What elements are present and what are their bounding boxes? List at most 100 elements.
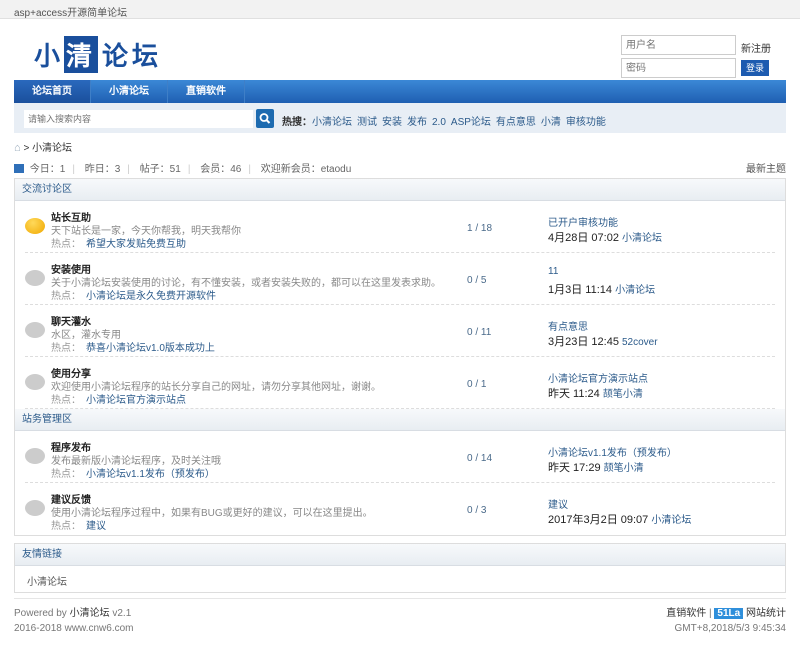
- logo-text-highlight: 清: [64, 35, 99, 73]
- search-input[interactable]: [24, 110, 253, 128]
- hot-label: 热点：: [51, 521, 81, 532]
- nav-home[interactable]: 论坛首页: [14, 80, 91, 103]
- search-icon: [259, 113, 271, 124]
- last-post-user[interactable]: 小清论坛: [615, 285, 655, 296]
- hot-topic-link[interactable]: 恭喜小清论坛v1.0版本成功上: [86, 343, 215, 354]
- version: v2.1: [112, 608, 132, 619]
- hot-link[interactable]: 测试: [357, 117, 377, 128]
- hot-link[interactable]: 2.0: [432, 117, 446, 128]
- hot-searches: 热搜：小清论坛 测试 安装 发布 2.0 ASP论坛 有点意思 小清 审核功能: [282, 113, 611, 128]
- hot-topic-link[interactable]: 小清论坛是永久免费开源软件: [86, 291, 216, 302]
- forum-row: 聊天灌水 水区，灌水专用 热点： 恭喜小清论坛v1.0版本成功上 0 / 11 有…: [25, 305, 775, 357]
- last-post-title[interactable]: 已开户审核功能: [548, 214, 618, 229]
- breadcrumb-sep: >: [23, 143, 30, 154]
- nav-software[interactable]: 直销软件: [168, 80, 245, 103]
- no-new-posts-icon: [25, 448, 45, 464]
- product-link[interactable]: 小清论坛: [70, 608, 110, 619]
- password-input[interactable]: [621, 58, 736, 78]
- last-post-time: 昨天 11:24: [548, 388, 600, 400]
- latest-topics-link[interactable]: 最新主题: [746, 160, 786, 175]
- hot-topic-link[interactable]: 小清论坛v1.1发布（预发布）: [86, 469, 215, 480]
- last-post-user[interactable]: 颉笔小清: [604, 463, 644, 474]
- powered-by: Powered by: [14, 608, 67, 619]
- last-post-title[interactable]: 有点意思: [548, 318, 588, 333]
- nav-forum[interactable]: 小清论坛: [91, 80, 168, 103]
- last-post-time: 1月3日 11:14: [548, 284, 613, 296]
- topic-post-count: 0 / 5: [467, 275, 487, 286]
- topic-post-count: 0 / 3: [467, 505, 487, 516]
- forum-row: 使用分享 欢迎使用小清论坛程序的站长分享自己的网址，请勿分享其他网址，谢谢。 热…: [25, 357, 775, 409]
- hot-topic-link[interactable]: 小清论坛官方演示站点: [86, 395, 186, 406]
- logo-text: 小: [34, 40, 65, 71]
- stats-label[interactable]: 网站统计: [746, 608, 786, 619]
- home-icon[interactable]: ⌂: [14, 142, 21, 154]
- friend-links: 友情链接 小清论坛: [14, 543, 786, 593]
- no-new-posts-icon: [25, 270, 45, 286]
- hot-link[interactable]: 安装: [382, 117, 402, 128]
- topic-post-count: 0 / 1: [467, 379, 487, 390]
- hot-label: 热点：: [51, 291, 81, 302]
- hot-link[interactable]: ASP论坛: [451, 117, 491, 128]
- software-link[interactable]: 直销软件: [666, 608, 706, 619]
- breadcrumb-current[interactable]: 小清论坛: [32, 143, 72, 154]
- section-header: 站务管理区: [15, 409, 785, 431]
- topic-post-count: 0 / 11: [467, 327, 492, 338]
- forum-hot: 热点： 小清论坛v1.1发布（预发布）: [51, 465, 215, 480]
- last-post-info: 3月23日 12:45 52cover: [548, 333, 658, 349]
- section-header: 交流讨论区: [15, 179, 785, 201]
- no-new-posts-icon: [25, 374, 45, 390]
- forum-hot: 热点： 建议: [51, 517, 106, 532]
- last-post-title[interactable]: 小清论坛官方演示站点: [548, 370, 648, 385]
- hot-topic-link[interactable]: 建议: [86, 521, 106, 532]
- last-post-time: 3月23日 12:45: [548, 336, 619, 348]
- search-button[interactable]: [256, 109, 274, 128]
- last-post-time: 4月28日 07:02: [548, 232, 619, 244]
- hot-label: 热点：: [51, 343, 81, 354]
- forum-stats: 今日：1 | 昨日：3 | 帖子：51 | 会员：46 | 欢迎新会员：etaodu 最…: [14, 160, 786, 175]
- forum-hot: 热点： 希望大家发贴免费互助: [51, 235, 186, 250]
- forum-hot: 热点： 恭喜小清论坛v1.0版本成功上: [51, 339, 215, 354]
- logo[interactable]: 小清论坛: [34, 35, 162, 73]
- hot-topic-link[interactable]: 希望大家发贴免费互助: [86, 239, 186, 250]
- server-time: GMT+8,2018/5/3 9:45:34: [674, 623, 786, 634]
- stats-badge[interactable]: 51La: [714, 608, 744, 619]
- hot-link[interactable]: 小清: [541, 117, 561, 128]
- main-nav: 论坛首页 小清论坛 直销软件: [14, 80, 786, 103]
- stat-newest-member[interactable]: 欢迎新会员：etaodu: [261, 164, 352, 175]
- forum-hot: 热点： 小清论坛是永久免费开源软件: [51, 287, 216, 302]
- last-post-user[interactable]: 颉笔小清: [603, 389, 643, 400]
- friend-links-title: 友情链接: [15, 544, 785, 566]
- hot-label: 热点：: [51, 395, 81, 406]
- last-post-user[interactable]: 小清论坛: [651, 515, 691, 526]
- forum-hot: 热点： 小清论坛官方演示站点: [51, 391, 186, 406]
- username-input[interactable]: [621, 35, 736, 55]
- hot-link[interactable]: 有点意思: [496, 117, 536, 128]
- last-post-info: 1月3日 11:14 小清论坛: [548, 281, 655, 297]
- last-post-user[interactable]: 52cover: [622, 337, 658, 348]
- last-post-user[interactable]: 小清论坛: [622, 233, 662, 244]
- no-new-posts-icon: [25, 500, 45, 516]
- chart-icon: [14, 164, 24, 173]
- last-post-info: 4月28日 07:02 小清论坛: [548, 229, 662, 245]
- friend-link[interactable]: 小清论坛: [27, 577, 67, 588]
- register-link[interactable]: 新注册: [741, 40, 771, 55]
- hot-label: 热点：: [51, 469, 81, 480]
- last-post-time: 昨天 17:29: [548, 462, 601, 474]
- last-post-title[interactable]: 建议: [548, 496, 568, 511]
- hot-label: 热点：: [51, 239, 81, 250]
- search-bar: 热搜：小清论坛测试安装发布 2.0 ASP论坛有点意思小清审核功能: [14, 103, 786, 133]
- login-button[interactable]: 登录: [741, 60, 769, 76]
- hot-link[interactable]: 小清论坛: [312, 117, 352, 128]
- hot-link[interactable]: 发布: [407, 117, 427, 128]
- hot-label: 热搜：: [282, 117, 312, 128]
- last-post-title[interactable]: 11: [548, 266, 558, 277]
- forum-row: 建议反馈 使用小清论坛程序过程中，如果有BUG或更好的建议，可以在这里提出。 热…: [25, 483, 775, 535]
- forum-row: 程序发布 发布最新版小清论坛程序，及时关注哦 热点： 小清论坛v1.1发布（预发布…: [25, 431, 775, 483]
- stat-posts: 帖子：51: [139, 164, 181, 175]
- last-post-title[interactable]: 小清论坛v1.1发布（预发布）: [548, 444, 677, 459]
- hot-link[interactable]: 审核功能: [566, 117, 606, 128]
- stat-today: 今日：1: [29, 164, 66, 175]
- copyright: 2016-2018 www.cnw6.com: [14, 623, 134, 634]
- last-post-info: 2017年3月2日 09:07 小清论坛: [548, 511, 691, 527]
- topic-post-count: 0 / 14: [467, 453, 493, 464]
